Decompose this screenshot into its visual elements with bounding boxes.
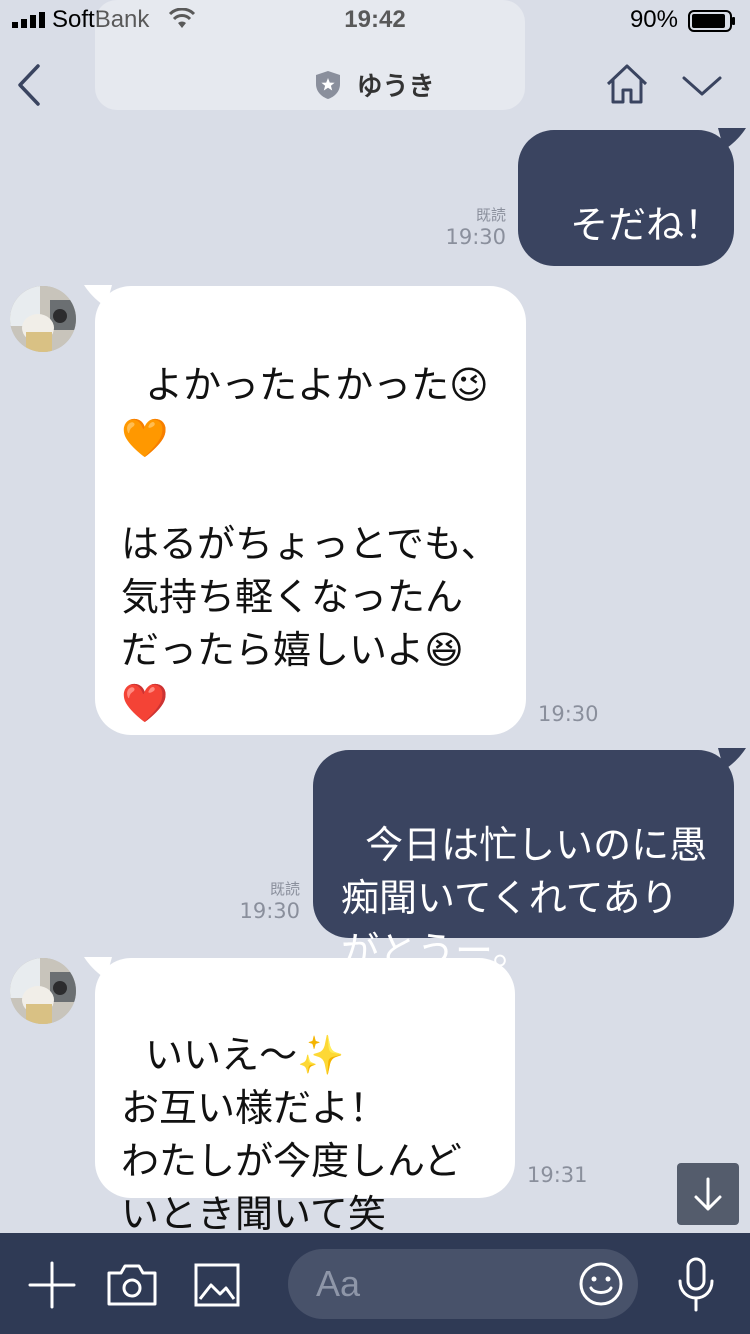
message-input[interactable]: Aa <box>288 1249 638 1319</box>
message-text: よかったよかった😉 🧡 はるがちょっとでも、 気持ち軽くなったんだったら嬉しいよ… <box>121 363 499 725</box>
bubble-tail <box>84 285 112 307</box>
camera-icon[interactable] <box>106 1263 158 1307</box>
sent-message-meta: 既読 19:30 <box>400 206 506 250</box>
message-time: 19:31 <box>527 1163 588 1187</box>
message-text: そだね！ <box>570 203 723 247</box>
avatar-photo <box>10 958 76 1024</box>
chevron-down-icon[interactable] <box>680 72 724 100</box>
emoji-icon[interactable] <box>578 1261 624 1307</box>
battery-percentage: 90% <box>629 6 678 33</box>
read-receipt: 既読 <box>475 206 506 224</box>
message-time: 19:30 <box>445 225 506 249</box>
message-text: 今日は忙しいのに愚痴聞いてくれてありがとうー。 <box>341 823 708 973</box>
avatar[interactable] <box>10 958 76 1024</box>
sent-message-bubble[interactable]: そだね！ <box>518 130 734 266</box>
chat-header: ゆうき <box>0 40 750 130</box>
chat-title: ゆうき <box>356 72 435 102</box>
scroll-to-bottom-button[interactable] <box>677 1163 739 1225</box>
bubble-tail <box>84 957 112 979</box>
microphone-icon[interactable] <box>676 1257 716 1313</box>
sent-message-bubble[interactable]: 今日は忙しいのに愚痴聞いてくれてありがとうー。 <box>313 750 734 973</box>
bubble-tail <box>718 128 746 150</box>
sent-message-meta: 既読 19:30 <box>194 880 300 924</box>
battery-icon <box>688 10 735 32</box>
plus-icon[interactable] <box>28 1261 76 1309</box>
arrow-down-icon <box>694 1177 722 1211</box>
avatar[interactable] <box>10 286 76 352</box>
message-input-bar: Aa <box>0 1233 750 1334</box>
read-receipt: 既読 <box>269 880 300 898</box>
bubble-tail <box>718 748 746 770</box>
received-message-bubble[interactable]: よかったよかった😉 🧡 はるがちょっとでも、 気持ち軽くなったんだったら嬉しいよ… <box>95 286 526 735</box>
message-time: 19:30 <box>239 899 300 923</box>
shield-star-icon <box>316 70 341 99</box>
message-input-placeholder: Aa <box>316 1263 361 1304</box>
message-text: いいえ〜✨ お互い様だよ！ わたしが今度しんどいとき聞いて笑 <box>121 1033 462 1236</box>
image-icon[interactable] <box>194 1263 240 1307</box>
received-message-bubble[interactable]: いいえ〜✨ お互い様だよ！ わたしが今度しんどいとき聞いて笑 <box>95 958 515 1236</box>
home-icon[interactable] <box>604 62 650 106</box>
message-time: 19:30 <box>538 702 599 726</box>
avatar-photo <box>10 286 76 352</box>
